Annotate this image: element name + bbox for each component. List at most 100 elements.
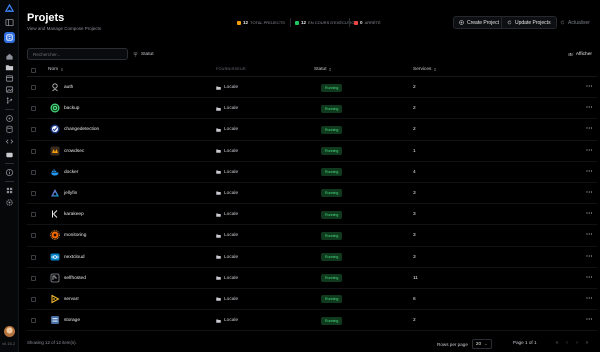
select-all-checkbox[interactable] xyxy=(31,67,36,73)
row-checkbox[interactable] xyxy=(31,296,36,302)
create-project-button[interactable]: Create Project xyxy=(453,16,505,29)
row-checkbox[interactable] xyxy=(31,106,36,112)
more-actions-icon[interactable]: ··· xyxy=(586,169,593,175)
more-actions-icon[interactable]: ··· xyxy=(586,211,593,217)
status-badge: Running xyxy=(321,253,343,261)
status-badge: Running xyxy=(321,274,343,283)
image-icon[interactable] xyxy=(5,85,14,94)
info-icon[interactable] xyxy=(5,168,14,177)
more-actions-icon[interactable]: ··· xyxy=(586,317,593,323)
avatar[interactable] xyxy=(4,326,15,337)
services-count: 2 xyxy=(413,106,416,112)
more-actions-icon[interactable]: ··· xyxy=(586,232,593,238)
last-page-button[interactable]: » xyxy=(583,339,591,347)
box-icon[interactable] xyxy=(5,74,14,83)
project-name[interactable]: monitoring xyxy=(64,233,86,238)
database-icon[interactable] xyxy=(5,125,14,134)
network-icon[interactable] xyxy=(5,114,14,123)
table-row[interactable]: auth Locale Running 2 ··· xyxy=(27,77,597,99)
more-actions-icon[interactable]: ··· xyxy=(586,296,593,302)
project-name[interactable]: jellyfin xyxy=(64,191,77,196)
page-info: Page 1 of 1 xyxy=(513,340,537,345)
app-logo-icon[interactable] xyxy=(5,4,14,13)
status-filter-button[interactable]: Statut xyxy=(133,48,154,60)
table-row[interactable]: changedetection Locale Running 2 ··· xyxy=(27,119,597,141)
table-row[interactable]: docker Locale Running 4 ··· xyxy=(27,162,597,183)
project-name[interactable]: selfhosted xyxy=(64,276,86,281)
search-input[interactable] xyxy=(33,51,122,57)
more-actions-icon[interactable]: ··· xyxy=(586,275,593,281)
project-name[interactable]: nextcloud xyxy=(64,255,85,260)
table-row[interactable]: nextcloud Locale Running 3 ··· xyxy=(27,247,597,268)
folder-icon xyxy=(216,149,221,153)
project-name[interactable]: auth xyxy=(64,85,73,90)
provider-cell: Locale xyxy=(216,297,238,302)
project-name[interactable]: changedetection xyxy=(64,127,99,132)
services-count: 2 xyxy=(413,318,416,324)
folder-icon[interactable] xyxy=(5,63,14,72)
code-icon[interactable] xyxy=(5,137,14,146)
row-checkbox[interactable] xyxy=(31,85,36,90)
project-name[interactable]: servarr xyxy=(64,297,79,302)
row-checkbox[interactable] xyxy=(31,127,36,133)
table-row[interactable]: crowdsec Locale Running 1 ··· xyxy=(27,141,597,162)
project-name[interactable]: karakeep xyxy=(64,212,84,217)
sidebar-divider xyxy=(5,163,14,164)
folder-icon xyxy=(216,128,221,132)
users-icon[interactable] xyxy=(5,186,14,195)
view-options-button[interactable]: Afficher xyxy=(568,48,592,60)
row-checkbox[interactable] xyxy=(31,190,36,196)
total-projects-icon xyxy=(237,20,241,25)
prev-page-button[interactable]: ‹ xyxy=(563,339,571,347)
more-actions-icon[interactable]: ··· xyxy=(586,105,593,111)
home-icon[interactable] xyxy=(5,52,14,61)
project-name[interactable]: docker xyxy=(64,170,78,175)
project-name[interactable]: crowdsec xyxy=(64,149,84,154)
provider-cell: Locale xyxy=(216,233,238,238)
more-actions-icon[interactable]: ··· xyxy=(586,148,593,154)
rows-per-page-select[interactable]: 20 ⌄ xyxy=(471,339,492,349)
table-row[interactable]: backup Locale Running 2 ··· xyxy=(27,98,597,120)
row-checkbox[interactable] xyxy=(31,318,36,324)
column-header-status[interactable]: Statut ⇕ xyxy=(314,67,332,72)
next-page-button[interactable]: › xyxy=(573,339,581,347)
row-checkbox[interactable] xyxy=(31,233,36,239)
page-title: Projets xyxy=(27,12,65,24)
update-projects-button[interactable]: Update Projects xyxy=(501,16,557,29)
crowdsec-icon xyxy=(50,146,60,156)
auth-icon xyxy=(50,82,60,92)
row-checkbox[interactable] xyxy=(31,254,36,260)
more-actions-icon[interactable]: ··· xyxy=(586,84,593,90)
more-actions-icon[interactable]: ··· xyxy=(586,254,593,260)
refresh-button[interactable]: Actualiser xyxy=(554,16,596,29)
row-checkbox[interactable] xyxy=(31,212,36,218)
table-row[interactable]: selfhosted Locale Running 11 ··· xyxy=(27,268,597,289)
row-checkbox[interactable] xyxy=(31,169,36,175)
row-checkbox[interactable] xyxy=(31,275,36,281)
first-page-button[interactable]: « xyxy=(553,339,561,347)
settings-icon[interactable] xyxy=(5,198,14,207)
status-badge: Running xyxy=(321,210,343,219)
project-name[interactable]: backup xyxy=(64,106,79,111)
server-icon[interactable] xyxy=(5,150,14,159)
stat-stopped: 0 ARRÊTÉ xyxy=(354,18,381,27)
project-name[interactable]: storage xyxy=(64,318,80,323)
sidebar-toggle-icon[interactable] xyxy=(5,18,14,27)
folder-icon xyxy=(216,297,221,302)
status-badge: Running xyxy=(321,295,343,304)
sidebar-item-projects[interactable] xyxy=(4,32,15,43)
more-actions-icon[interactable]: ··· xyxy=(586,190,593,196)
row-checkbox[interactable] xyxy=(31,148,36,154)
table-row[interactable]: jellyfin Locale Running 3 ··· xyxy=(27,183,597,205)
table-row[interactable]: servarr Locale Running 6 ··· xyxy=(27,289,597,311)
table-row[interactable]: karakeep Locale Running 3 ··· xyxy=(27,204,597,226)
services-count: 6 xyxy=(413,296,416,302)
table-row[interactable]: storage Locale Running 2 ··· xyxy=(27,310,597,332)
git-branch-icon[interactable] xyxy=(5,96,14,105)
column-header-name[interactable]: Nom ⇕ xyxy=(48,67,64,72)
search-box[interactable] xyxy=(27,48,128,60)
column-header-services[interactable]: Services ⇕ xyxy=(413,67,437,72)
rows-per-page: Rows per page 20 ⌄ xyxy=(437,339,492,349)
more-actions-icon[interactable]: ··· xyxy=(586,126,593,132)
table-row[interactable]: monitoring Locale Running 3 ··· xyxy=(27,225,597,247)
